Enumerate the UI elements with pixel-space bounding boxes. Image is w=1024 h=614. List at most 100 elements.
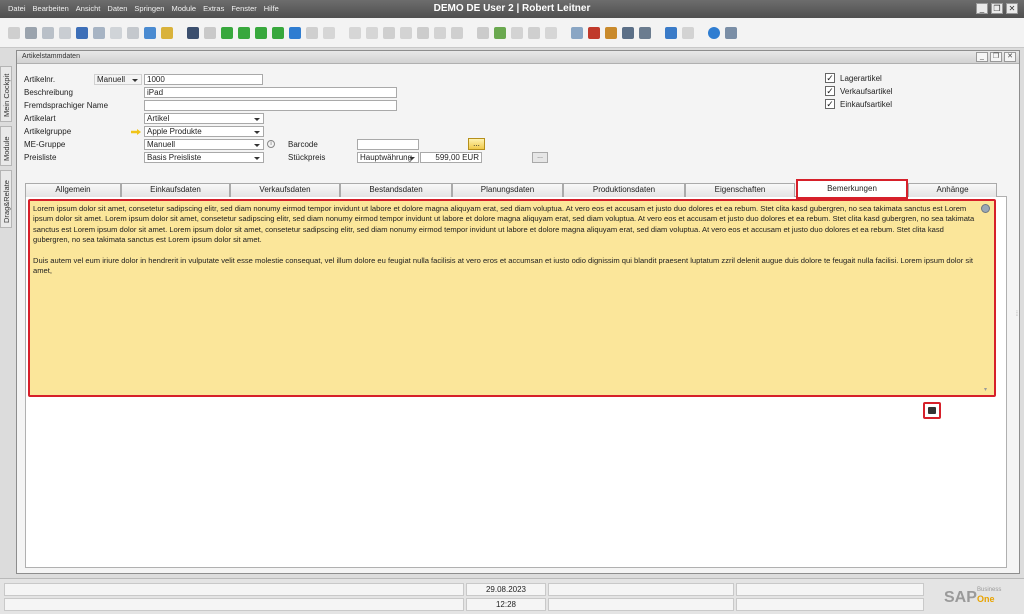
upload-icon[interactable] bbox=[144, 27, 156, 39]
app-title: DEMO DE User 2 | Robert Leitner bbox=[433, 3, 591, 14]
org-chart-icon[interactable] bbox=[639, 27, 651, 39]
sidetab-module[interactable]: Module bbox=[0, 126, 12, 166]
camera-button[interactable] bbox=[923, 402, 941, 419]
tab-einkaufsdaten[interactable]: Einkaufsdaten bbox=[121, 183, 230, 197]
refresh-icon[interactable] bbox=[289, 27, 301, 39]
remarks-textarea[interactable]: Lorem ipsum dolor sit amet, consetetur s… bbox=[28, 199, 996, 397]
add-icon[interactable] bbox=[204, 27, 216, 39]
payment-icon[interactable] bbox=[400, 27, 412, 39]
report-icon[interactable] bbox=[588, 27, 600, 39]
previous-record-icon[interactable] bbox=[238, 27, 250, 39]
status-cell bbox=[736, 598, 924, 611]
paste-icon[interactable] bbox=[127, 27, 139, 39]
inventory-item-checkbox[interactable]: ✓ bbox=[825, 73, 835, 83]
sidetab-drag-relate[interactable]: Drag&Relate bbox=[0, 170, 12, 228]
help-icon[interactable] bbox=[708, 27, 720, 39]
tab-bemerkungen[interactable]: Bemerkungen bbox=[796, 179, 908, 199]
last-record-icon[interactable] bbox=[272, 27, 284, 39]
itemno-series-select[interactable]: Manuell bbox=[94, 74, 142, 85]
minimize-icon[interactable]: _ bbox=[976, 52, 988, 62]
barcode-field[interactable] bbox=[357, 139, 419, 150]
description-label: Beschreibung bbox=[24, 88, 73, 97]
toolbar bbox=[0, 18, 1024, 48]
tab-allgemein[interactable]: Allgemein bbox=[25, 183, 121, 197]
minimize-icon[interactable]: _ bbox=[976, 3, 988, 14]
unit-price-label: Stückpreis bbox=[288, 153, 326, 162]
spellcheck-icon[interactable] bbox=[981, 204, 990, 213]
price-details-button[interactable]: ... bbox=[532, 152, 548, 163]
target-document-icon[interactable] bbox=[366, 27, 378, 39]
status-date: 29.08.2023 bbox=[466, 583, 546, 596]
email-icon[interactable] bbox=[59, 27, 71, 39]
item-master-window: Artikelstammdaten _ ❐ ✕ Artikelnr. Manue… bbox=[16, 50, 1020, 574]
price-list-select[interactable]: Basis Preisliste bbox=[144, 152, 264, 163]
item-group-label: Artikelgruppe bbox=[24, 127, 72, 136]
restore-icon[interactable]: ❐ bbox=[990, 52, 1002, 62]
scroll-down-icon[interactable]: ▾ bbox=[984, 386, 990, 393]
copy-icon[interactable] bbox=[110, 27, 122, 39]
find-icon[interactable] bbox=[187, 27, 199, 39]
chat-icon[interactable] bbox=[528, 27, 540, 39]
message-icon[interactable] bbox=[511, 27, 523, 39]
notes-icon[interactable] bbox=[725, 27, 737, 39]
description-field[interactable]: iPad bbox=[144, 87, 397, 98]
link-arrow-icon[interactable] bbox=[131, 129, 141, 135]
sidetab-label: Drag&Relate bbox=[2, 180, 11, 223]
sap-logo: SAP Business One bbox=[944, 587, 1014, 607]
tab-eigenschaften[interactable]: Eigenschaften bbox=[685, 183, 795, 197]
first-record-icon[interactable] bbox=[221, 27, 233, 39]
remarks-text: Lorem ipsum dolor sit amet, consetetur s… bbox=[33, 204, 978, 287]
form-settings-icon[interactable] bbox=[571, 27, 583, 39]
print-icon[interactable] bbox=[25, 27, 37, 39]
foreign-name-field[interactable] bbox=[144, 100, 397, 111]
export-icon[interactable] bbox=[93, 27, 105, 39]
barcode-browse-button[interactable]: ... bbox=[468, 138, 485, 150]
layout-icon[interactable] bbox=[434, 27, 446, 39]
sidetab-label: Module bbox=[2, 136, 11, 161]
print-preview-icon[interactable] bbox=[42, 27, 54, 39]
sort-icon[interactable] bbox=[323, 27, 335, 39]
calculator-icon[interactable] bbox=[682, 27, 694, 39]
journal-icon[interactable] bbox=[383, 27, 395, 39]
wizard-icon[interactable] bbox=[451, 27, 463, 39]
itemno-field[interactable]: 1000 bbox=[144, 74, 263, 85]
restore-icon[interactable]: ❐ bbox=[991, 3, 1003, 14]
barcode-label: Barcode bbox=[288, 140, 318, 149]
tab-anhaenge[interactable]: Anhänge bbox=[908, 183, 997, 197]
lock-icon[interactable] bbox=[161, 27, 173, 39]
currency-select[interactable]: Hauptwährung bbox=[357, 152, 419, 163]
reminder-icon[interactable] bbox=[545, 27, 557, 39]
web-icon[interactable] bbox=[665, 27, 677, 39]
sales-item-checkbox[interactable]: ✓ bbox=[825, 86, 835, 96]
close-icon[interactable]: ✕ bbox=[1006, 3, 1018, 14]
sidetab-mein-cockpit[interactable]: Mein Cockpit bbox=[0, 66, 12, 122]
unit-price-field[interactable]: 599,00 EUR bbox=[420, 152, 482, 163]
info-icon[interactable]: i bbox=[267, 140, 275, 148]
new-doc-icon[interactable] bbox=[8, 27, 20, 39]
base-document-icon[interactable] bbox=[349, 27, 361, 39]
remarks-paragraph: Duis autem vel eum iriure dolor in hendr… bbox=[33, 256, 974, 276]
window-title: Artikelstammdaten bbox=[22, 53, 80, 60]
price-list-label: Preisliste bbox=[24, 153, 57, 162]
resize-grip-icon[interactable]: ⁞ bbox=[1016, 311, 1018, 318]
purchase-item-checkbox[interactable]: ✓ bbox=[825, 99, 835, 109]
next-record-icon[interactable] bbox=[255, 27, 267, 39]
uom-group-select[interactable]: Manuell bbox=[144, 139, 264, 150]
filter-icon[interactable] bbox=[306, 27, 318, 39]
image-icon[interactable] bbox=[605, 27, 617, 39]
tab-planungsdaten[interactable]: Planungsdaten bbox=[452, 183, 563, 197]
gross-profit-icon[interactable] bbox=[417, 27, 429, 39]
save-icon[interactable] bbox=[76, 27, 88, 39]
close-icon[interactable]: ✕ bbox=[1004, 52, 1016, 62]
tab-bestandsdaten[interactable]: Bestandsdaten bbox=[340, 183, 452, 197]
window-title-bar: Artikelstammdaten _ ❐ ✕ bbox=[17, 51, 1019, 64]
dashboard-icon[interactable] bbox=[622, 27, 634, 39]
item-type-select[interactable]: Artikel bbox=[144, 113, 264, 124]
item-group-select[interactable]: Apple Produkte bbox=[144, 126, 264, 137]
tab-produktionsdaten[interactable]: Produktionsdaten bbox=[563, 183, 685, 197]
foreign-name-label: Fremdsprachiger Name bbox=[24, 101, 109, 110]
tab-verkaufsdaten[interactable]: Verkaufsdaten bbox=[230, 183, 340, 197]
itemno-label: Artikelnr. bbox=[24, 75, 56, 84]
activity-icon[interactable] bbox=[494, 27, 506, 39]
edit-icon[interactable] bbox=[477, 27, 489, 39]
